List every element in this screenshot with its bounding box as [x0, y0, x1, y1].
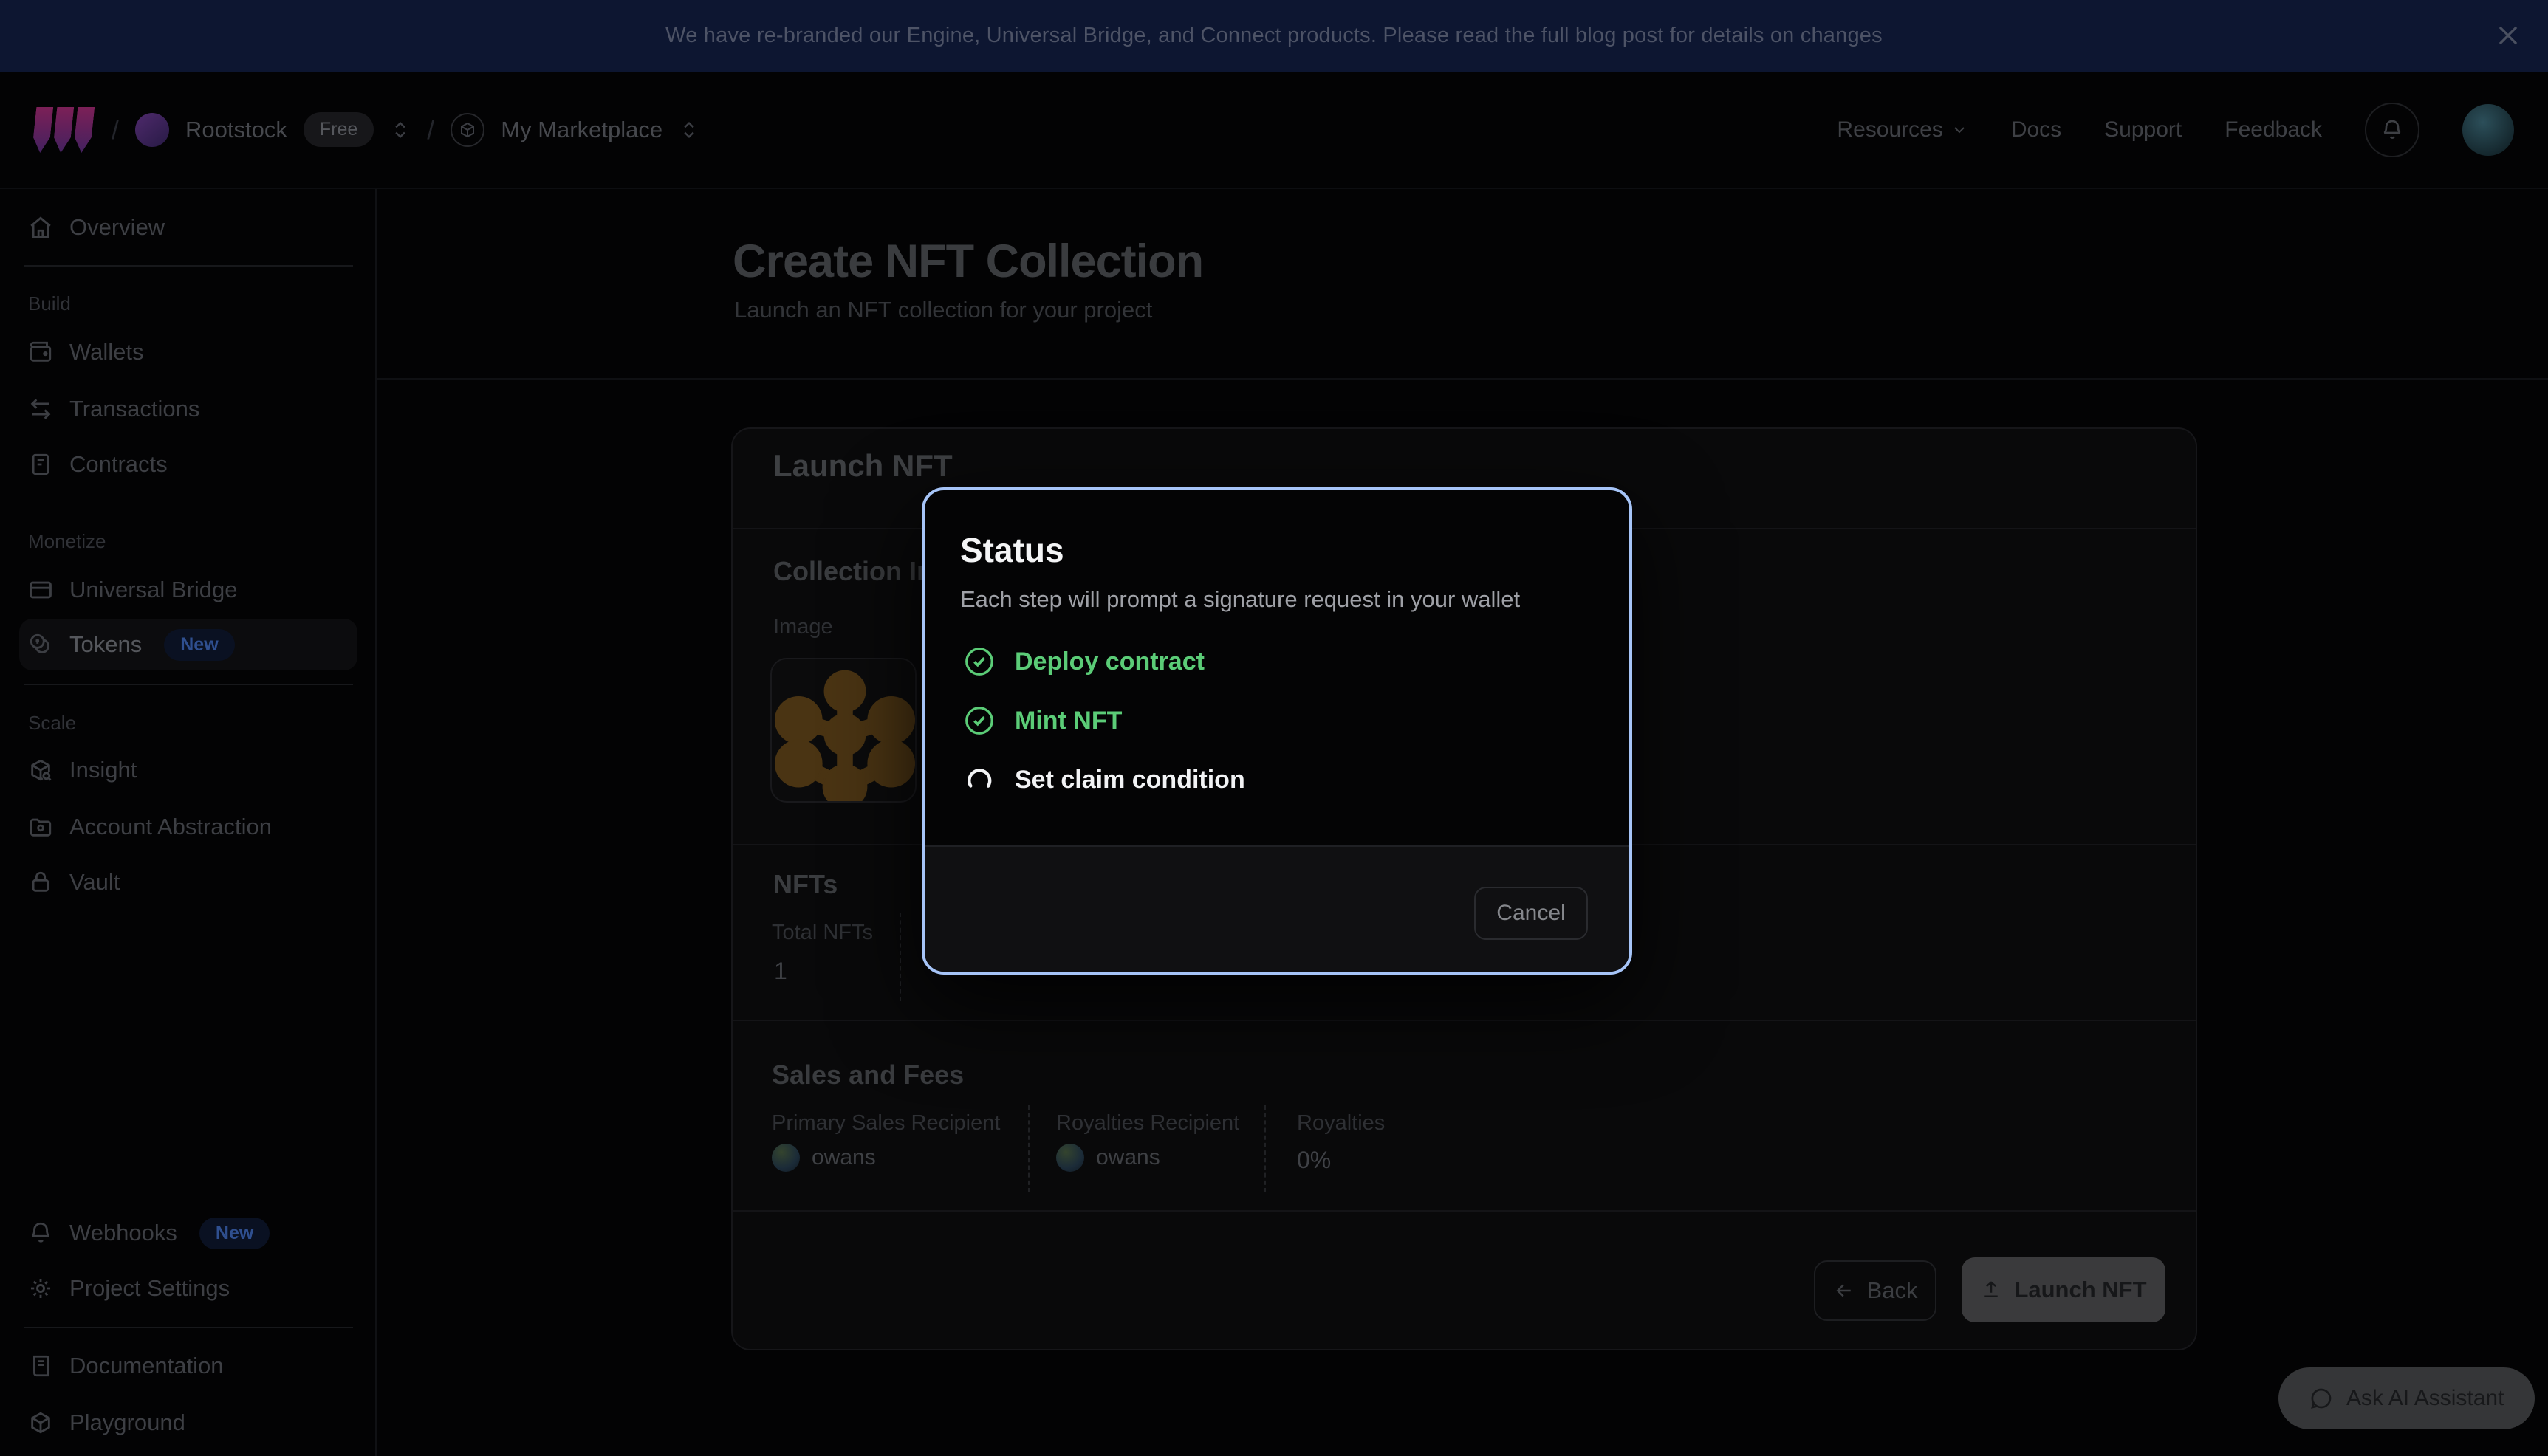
modal-step-deploy-contract: Deploy contract — [963, 644, 1205, 679]
chevrons-up-down-icon[interactable] — [679, 115, 699, 145]
folder-icon — [28, 814, 53, 839]
total-nfts-value: 1 — [774, 958, 787, 985]
sidebar-nav: Overview Build Wallets Transactions Cont… — [0, 189, 377, 1456]
royalties-recipient-label: Royalties Recipient — [1056, 1111, 1239, 1136]
cube-icon — [28, 1410, 53, 1435]
wallet-icon — [28, 340, 53, 365]
project-avatar[interactable] — [135, 113, 169, 147]
dashed-divider — [1264, 1105, 1266, 1192]
divider — [24, 265, 353, 267]
section-label-monetize: Monetize — [28, 530, 106, 553]
bell-icon — [28, 1220, 53, 1246]
check-circle-icon — [963, 704, 996, 737]
page-title: Create NFT Collection — [733, 235, 1203, 288]
sales-fees-heading: Sales and Fees — [772, 1060, 964, 1091]
sidebar-item-documentation[interactable]: Documentation — [19, 1340, 357, 1392]
breadcrumb-divider: / — [427, 114, 434, 145]
new-badge: New — [164, 629, 234, 661]
close-icon[interactable] — [2490, 18, 2526, 53]
nav-resources[interactable]: Resources — [1837, 117, 1967, 142]
banner-text: We have re-branded our Engine, Universal… — [665, 24, 1883, 48]
document-icon — [28, 452, 53, 477]
thirdweb-logo[interactable] — [34, 107, 92, 153]
nav-docs[interactable]: Docs — [2011, 117, 2061, 142]
gear-icon — [28, 1276, 53, 1301]
plan-badge: Free — [304, 112, 374, 147]
sidebar-item-contracts[interactable]: Contracts — [19, 439, 357, 490]
royalties-label: Royalties — [1297, 1111, 1385, 1136]
account-avatar[interactable] — [2462, 104, 2514, 156]
book-icon — [28, 1353, 53, 1378]
sidebar-item-playground[interactable]: Playground — [19, 1397, 357, 1449]
nav-support[interactable]: Support — [2104, 117, 2182, 142]
divider — [733, 1210, 2196, 1212]
status-modal: Status Each step will prompt a signature… — [922, 487, 1632, 975]
check-circle-icon — [963, 645, 996, 678]
divider — [24, 1327, 353, 1328]
image-label: Image — [773, 615, 833, 639]
rebrand-banner: We have re-branded our Engine, Universal… — [0, 0, 2548, 72]
ask-ai-assistant-button[interactable]: Ask AI Assistant — [2278, 1367, 2535, 1429]
chevrons-up-down-icon[interactable] — [390, 115, 411, 145]
sidebar-item-insight[interactable]: Insight — [19, 744, 357, 796]
chat-bubble-icon — [2309, 1387, 2333, 1410]
team-name[interactable]: My Marketplace — [501, 117, 662, 143]
modal-step-set-claim-condition: Set claim condition — [963, 762, 1245, 797]
avatar — [1056, 1144, 1084, 1172]
page-subtitle: Launch an NFT collection for your projec… — [734, 297, 1152, 323]
sidebar-item-webhooks[interactable]: Webhooks New — [19, 1207, 357, 1259]
sidebar-item-vault[interactable]: Vault — [19, 856, 357, 908]
coins-icon — [28, 632, 53, 657]
marketplace-cube-icon — [451, 113, 484, 147]
breadcrumb-divider: / — [112, 114, 119, 145]
dashed-divider — [900, 913, 901, 1001]
sidebar-item-account-abstraction[interactable]: Account Abstraction — [19, 801, 357, 853]
sidebar-item-universal-bridge[interactable]: Universal Bridge — [19, 564, 357, 616]
chevron-down-icon — [1951, 121, 1968, 139]
top-header: / Rootstock Free / My Marketplace Resour… — [0, 72, 2548, 189]
primary-sales-recipient: owans — [772, 1144, 876, 1172]
modal-subtitle: Each step will prompt a signature reques… — [960, 586, 1520, 613]
royalties-recipient: owans — [1056, 1144, 1160, 1172]
card-title: Launch NFT — [773, 448, 953, 484]
notifications-button[interactable] — [2365, 103, 2419, 157]
arrows-swap-icon — [28, 396, 53, 422]
sidebar-item-project-settings[interactable]: Project Settings — [19, 1263, 357, 1314]
divider — [377, 378, 2548, 380]
back-button[interactable]: Back — [1814, 1260, 1936, 1321]
modal-title: Status — [960, 530, 1064, 570]
cancel-button[interactable]: Cancel — [1474, 887, 1588, 940]
royalties-value: 0% — [1297, 1147, 1331, 1174]
project-name[interactable]: Rootstock — [185, 117, 287, 143]
divider — [24, 684, 353, 685]
arrow-left-icon — [1833, 1280, 1855, 1302]
nav-feedback[interactable]: Feedback — [2225, 117, 2322, 142]
home-icon — [28, 215, 53, 240]
collection-image-thumbnail — [770, 658, 917, 803]
launch-nft-button[interactable]: Launch NFT — [1962, 1257, 2165, 1322]
sidebar-item-wallets[interactable]: Wallets — [19, 326, 357, 378]
spinner-icon — [963, 763, 996, 796]
card-icon — [28, 577, 53, 602]
lock-icon — [28, 870, 53, 895]
upload-icon — [1980, 1279, 2002, 1301]
section-label-build: Build — [28, 292, 71, 315]
box-search-icon — [28, 758, 53, 783]
section-label-scale: Scale — [28, 712, 76, 735]
nfts-heading: NFTs — [773, 869, 838, 900]
modal-footer: Cancel — [925, 845, 1629, 972]
sidebar-item-overview[interactable]: Overview — [19, 202, 357, 253]
bell-icon — [2380, 118, 2404, 142]
total-nfts-label: Total NFTs — [772, 921, 873, 945]
divider — [733, 1020, 2196, 1021]
sidebar-item-transactions[interactable]: Transactions — [19, 383, 357, 435]
sidebar-item-tokens[interactable]: Tokens New — [19, 619, 357, 670]
primary-sales-label: Primary Sales Recipient — [772, 1111, 1000, 1136]
avatar — [772, 1144, 800, 1172]
new-badge: New — [199, 1218, 270, 1249]
dashed-divider — [1028, 1105, 1030, 1192]
modal-step-mint-nft: Mint NFT — [963, 703, 1122, 738]
